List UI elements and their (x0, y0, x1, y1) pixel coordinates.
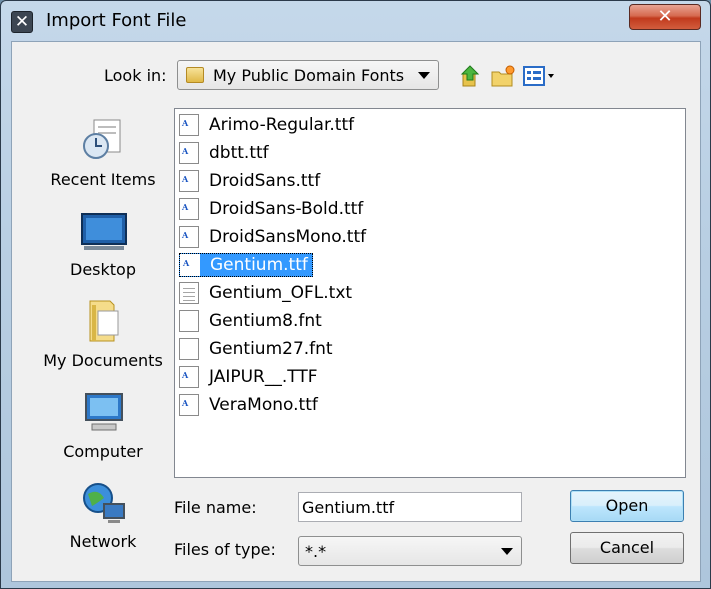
file-name: DroidSans-Bold.ttf (209, 199, 364, 219)
blank-file-icon (179, 338, 199, 360)
up-folder-icon[interactable] (459, 64, 481, 88)
look-in-value: My Public Domain Fonts (213, 66, 405, 85)
font-file-icon: A (180, 254, 200, 276)
file-name: dbtt.ttf (209, 143, 269, 163)
file-item[interactable]: Gentium8.fnt (179, 309, 326, 333)
font-file-icon: A (179, 114, 199, 136)
file-name: Gentium8.fnt (209, 311, 322, 331)
file-item[interactable]: A VeraMono.ttf (179, 393, 322, 417)
window-title: Import Font File (46, 10, 187, 31)
computer-icon (85, 393, 123, 431)
file-name: DroidSans.ttf (209, 171, 321, 191)
font-file-icon: A (179, 198, 199, 220)
font-file-icon: A (179, 394, 199, 416)
file-name: VeraMono.ttf (209, 395, 318, 415)
app-x-icon: ✕ (11, 11, 33, 33)
file-item[interactable]: A dbtt.ttf (179, 141, 273, 165)
places-bar: Recent Items Desktop My Documents Comput… (28, 104, 178, 574)
network-icon (83, 483, 125, 523)
new-folder-icon[interactable] (490, 64, 516, 88)
place-label: My Documents (43, 351, 163, 370)
close-button[interactable]: ✕ (629, 4, 701, 30)
title-bar[interactable]: ✕ Import Font File ✕ (1, 1, 710, 41)
place-desktop[interactable]: Desktop (28, 194, 178, 282)
font-file-icon: A (179, 170, 199, 192)
place-computer[interactable]: Computer (28, 376, 178, 464)
chevron-down-icon (418, 72, 430, 79)
file-name: DroidSansMono.ttf (209, 227, 367, 247)
file-item[interactable]: A DroidSansMono.ttf (179, 225, 370, 249)
look-in-dropdown[interactable]: My Public Domain Fonts (177, 60, 439, 90)
file-item[interactable]: A Arimo-Regular.ttf (179, 113, 358, 137)
blank-file-icon (179, 310, 199, 332)
chevron-down-icon (501, 548, 513, 555)
files-of-type-value: *.* (305, 542, 327, 561)
files-of-type-dropdown[interactable]: *.* (298, 536, 522, 566)
file-list[interactable]: A Arimo-Regular.ttf A dbtt.ttf A DroidSa… (174, 108, 686, 478)
place-my-documents[interactable]: My Documents (28, 285, 178, 373)
desktop-icon (81, 213, 127, 250)
file-name-input[interactable] (298, 492, 522, 522)
file-item[interactable]: Gentium_OFL.txt (179, 281, 356, 305)
file-item[interactable]: A JAIPUR__.TTF (179, 365, 322, 389)
open-button[interactable]: Open (570, 490, 684, 522)
file-name: Gentium_OFL.txt (209, 283, 353, 303)
file-item[interactable]: A DroidSans-Bold.ttf (179, 197, 367, 221)
cancel-button[interactable]: Cancel (570, 532, 684, 564)
place-label: Recent Items (50, 170, 156, 189)
font-file-icon: A (179, 142, 199, 164)
files-of-type-label: Files of type: (174, 540, 276, 559)
dialog-body: Look in: My Public Domain Fonts Recent I… (11, 41, 701, 582)
my-documents-icon (89, 300, 119, 342)
view-menu-icon[interactable] (522, 64, 556, 88)
file-item[interactable]: A DroidSans.ttf (179, 169, 324, 193)
place-label: Computer (63, 442, 143, 461)
folder-icon (186, 67, 204, 83)
file-name: Gentium.ttf (210, 255, 308, 275)
place-label: Network (69, 532, 137, 551)
file-name: Arimo-Regular.ttf (209, 115, 355, 135)
file-name: Gentium27.fnt (209, 339, 333, 359)
file-item[interactable]: Gentium27.fnt (179, 337, 337, 361)
place-network[interactable]: Network (28, 466, 178, 554)
recent-items-icon (83, 119, 121, 159)
look-in-label: Look in: (104, 66, 167, 85)
place-label: Desktop (70, 260, 136, 279)
place-recent-items[interactable]: Recent Items (28, 104, 178, 192)
font-file-icon: A (179, 366, 199, 388)
file-item-selected[interactable]: A Gentium.ttf (179, 253, 313, 277)
font-file-icon: A (179, 226, 199, 248)
file-name: JAIPUR__.TTF (209, 367, 318, 387)
import-font-dialog: ✕ Import Font File ✕ Look in: My Public … (0, 0, 711, 589)
text-file-icon (179, 282, 199, 304)
file-name-label: File name: (174, 498, 257, 517)
